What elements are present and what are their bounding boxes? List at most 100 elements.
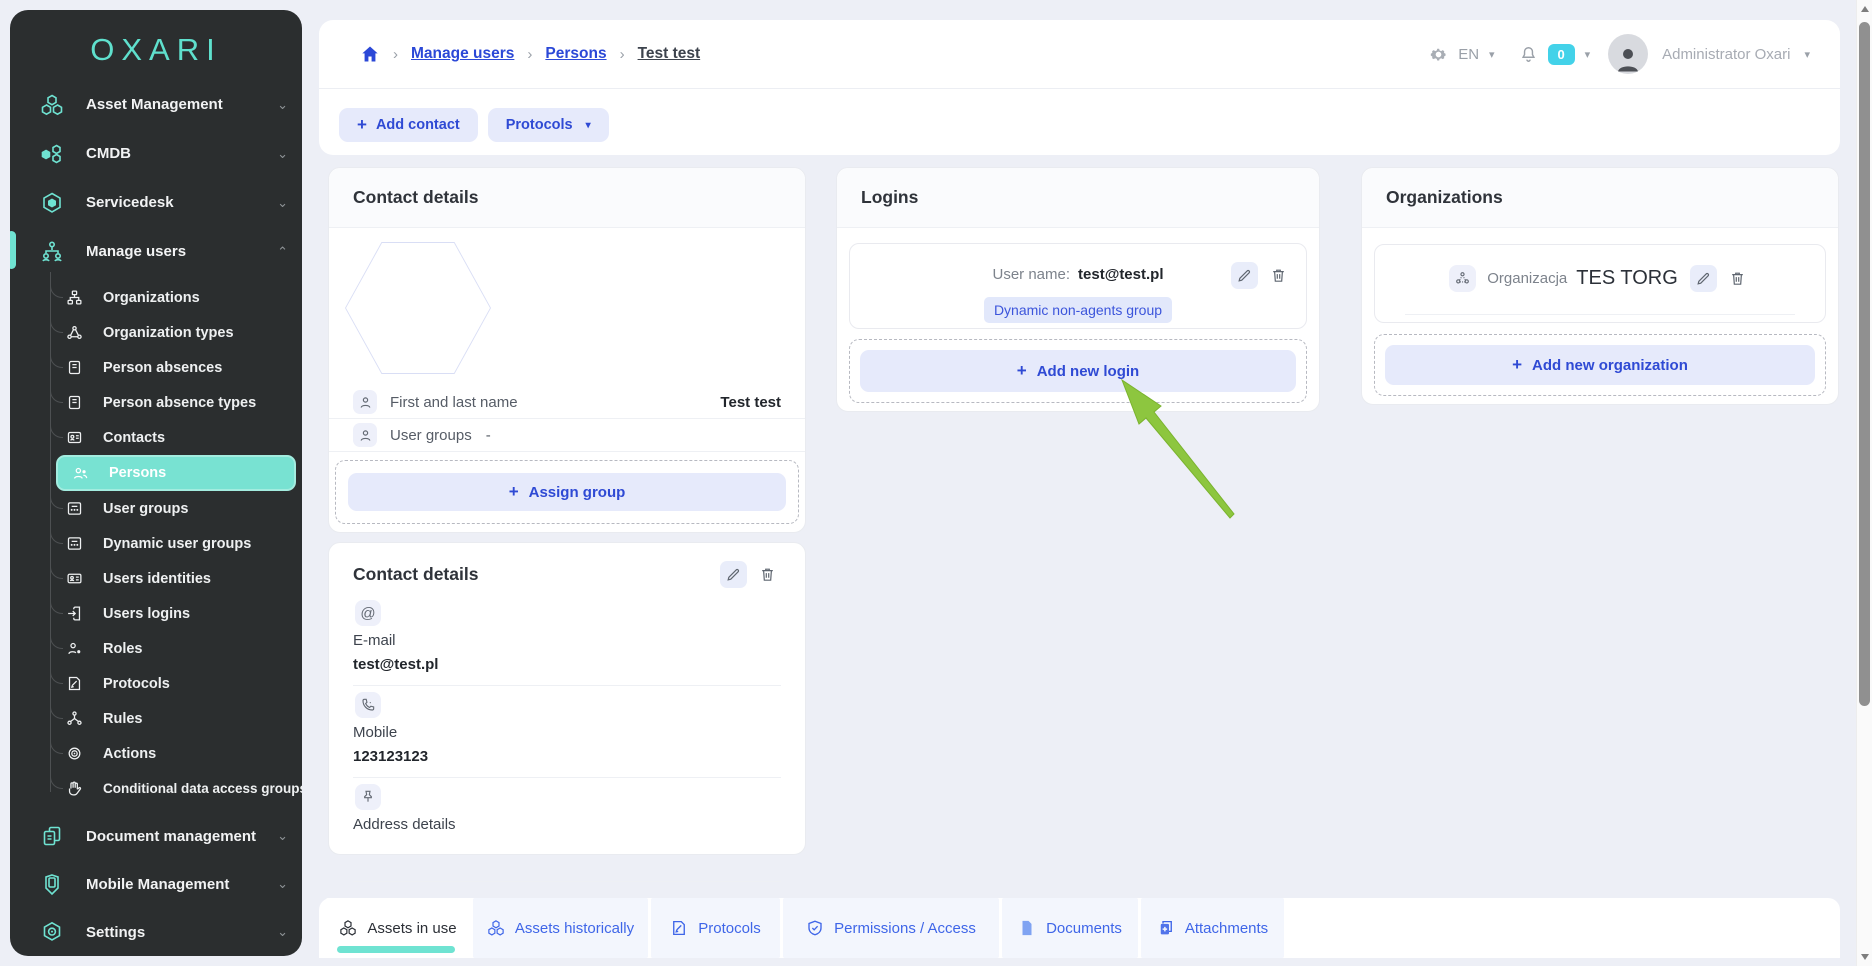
top-header-card: › Manage users › Persons › Test test EN … — [319, 20, 1840, 155]
card-title: Logins — [861, 187, 918, 208]
tab-protocols[interactable]: Protocols — [651, 898, 780, 958]
contact-details-info-card: Contact details @ E-mail test@test.pl Mo… — [328, 542, 806, 855]
phone-icon — [355, 692, 381, 718]
settings-icon — [40, 920, 64, 944]
contacts-icon — [66, 429, 83, 446]
page-scrollbar — [1856, 0, 1872, 966]
assets-icon — [487, 919, 505, 937]
active-tab-indicator — [337, 946, 455, 953]
mobile-value: 123123123 — [353, 748, 781, 765]
rules-icon — [66, 710, 83, 727]
add-new-login-button[interactable]: + Add new login — [860, 350, 1296, 392]
caret-down-icon[interactable]: ▾ — [1804, 48, 1810, 61]
assets-icon — [339, 919, 357, 937]
user-silhouette-icon — [1613, 44, 1643, 74]
tab-permissions-access[interactable]: Permissions / Access — [783, 898, 999, 958]
manage-users-submenu: Organizations Organization types Person … — [10, 280, 302, 806]
sidebar: OXARI Asset Management ⌄ CMDB ⌄ Serviced… — [10, 10, 302, 956]
protocols-icon — [670, 919, 688, 937]
pin-icon — [355, 784, 381, 810]
users-identities-icon — [66, 570, 83, 587]
user-menu[interactable]: Administrator Oxari — [1662, 46, 1790, 63]
organizations-card: Organizations Organizacja TES TORG + Add… — [1361, 167, 1839, 405]
dynamic-user-groups-icon — [66, 535, 83, 552]
sidebar-item-settings[interactable]: Settings ⌄ — [10, 908, 302, 956]
bell-icon[interactable] — [1519, 45, 1538, 64]
pencil-icon — [725, 566, 742, 583]
chevron-down-icon: ⌄ — [277, 195, 288, 211]
logins-card: Logins User name: test@test.pl Dynamic n… — [836, 167, 1320, 412]
sidebar-item-mobile-management[interactable]: Mobile Management ⌄ — [10, 860, 302, 908]
trash-icon — [1270, 267, 1287, 284]
user-groups-row: User groups - — [329, 419, 805, 452]
add-contact-button[interactable]: + Add contact — [339, 108, 478, 142]
language-selector[interactable]: EN — [1458, 46, 1479, 63]
pencil-icon — [1236, 267, 1253, 284]
sidebar-item-servicedesk[interactable]: Servicedesk ⌄ — [10, 178, 302, 227]
assign-group-button[interactable]: + Assign group — [348, 473, 786, 511]
toolbar: + Add contact Protocols ▾ — [319, 89, 1840, 142]
add-new-organization-button[interactable]: + Add new organization — [1385, 345, 1815, 385]
breadcrumb-link-persons[interactable]: Persons — [545, 45, 606, 63]
home-icon[interactable] — [360, 44, 380, 64]
sidebar-item-contacts[interactable]: Contacts — [10, 420, 302, 455]
plus-icon: + — [1512, 355, 1522, 375]
bottom-tab-bar: Assets in use Assets historically Protoc… — [319, 898, 1840, 958]
scrollbar-thumb[interactable] — [1859, 22, 1870, 706]
tab-documents[interactable]: Documents — [1002, 898, 1138, 958]
sidebar-item-document-management[interactable]: Document management ⌄ — [10, 812, 302, 860]
address-block: Address details — [329, 778, 805, 833]
notification-count-badge: 0 — [1548, 44, 1575, 65]
edit-contact-button[interactable] — [720, 561, 747, 588]
organization-item: Organizacja TES TORG — [1374, 244, 1826, 323]
edit-organization-button[interactable] — [1690, 265, 1717, 292]
scrollbar-up-arrow[interactable] — [1860, 4, 1870, 14]
breadcrumb-current-test-test[interactable]: Test test — [638, 45, 701, 63]
shield-check-icon — [806, 919, 824, 937]
tab-assets-historically[interactable]: Assets historically — [473, 898, 648, 958]
scrollbar-down-arrow[interactable] — [1860, 952, 1870, 962]
tab-attachments[interactable]: Attachments — [1141, 898, 1284, 958]
chevron-down-icon: ⌄ — [277, 924, 288, 940]
persons-icon — [72, 465, 89, 482]
chevron-up-icon: ⌃ — [277, 244, 288, 260]
sidebar-item-persons[interactable]: Persons — [56, 455, 296, 491]
delete-login-button[interactable] — [1265, 262, 1292, 289]
document-icon — [1018, 919, 1036, 937]
login-item: User name: test@test.pl Dynamic non-agen… — [849, 243, 1307, 329]
protocols-dropdown-button[interactable]: Protocols ▾ — [488, 108, 609, 142]
avatar-hexagon-placeholder — [345, 242, 491, 374]
card-title: Contact details — [353, 187, 478, 208]
gear-icon[interactable] — [1429, 45, 1448, 64]
caret-down-icon[interactable]: ▾ — [1585, 48, 1591, 61]
card-title: Organizations — [1386, 187, 1503, 208]
sidebar-item-conditional-data-access-groups[interactable]: Conditional data access groups — [10, 771, 302, 806]
organization-name: TES TORG — [1576, 267, 1678, 290]
oxari-logo: OXARI — [10, 10, 302, 78]
caret-down-icon[interactable]: ▾ — [1489, 48, 1495, 61]
sidebar-item-label: Servicedesk — [86, 194, 277, 211]
pencil-icon — [1695, 270, 1712, 287]
users-logins-icon — [66, 605, 83, 622]
delete-contact-button[interactable] — [754, 561, 781, 588]
plus-icon: + — [509, 482, 519, 502]
sidebar-item-manage-users[interactable]: Manage users ⌃ — [10, 227, 302, 276]
sidebar-item-label: Asset Management — [86, 96, 277, 113]
roles-icon — [66, 640, 83, 657]
sidebar-item-cmdb[interactable]: CMDB ⌄ — [10, 129, 302, 178]
breadcrumb-separator: › — [527, 46, 532, 63]
breadcrumb-link-manage-users[interactable]: Manage users — [411, 45, 514, 63]
tab-assets-in-use[interactable]: Assets in use — [326, 898, 470, 958]
avatar[interactable] — [1608, 34, 1648, 74]
actions-icon — [66, 745, 83, 762]
login-group-chip[interactable]: Dynamic non-agents group — [984, 297, 1172, 323]
plus-icon: + — [1017, 361, 1027, 381]
delete-organization-button[interactable] — [1724, 265, 1751, 292]
mobile-management-icon — [40, 872, 64, 896]
edit-login-button[interactable] — [1231, 262, 1258, 289]
card-title: Contact details — [353, 564, 720, 585]
name-row: First and last name Test test — [329, 386, 805, 419]
sidebar-item-asset-management[interactable]: Asset Management ⌄ — [10, 80, 302, 129]
person-icon — [353, 423, 377, 447]
attachments-icon — [1157, 919, 1175, 937]
